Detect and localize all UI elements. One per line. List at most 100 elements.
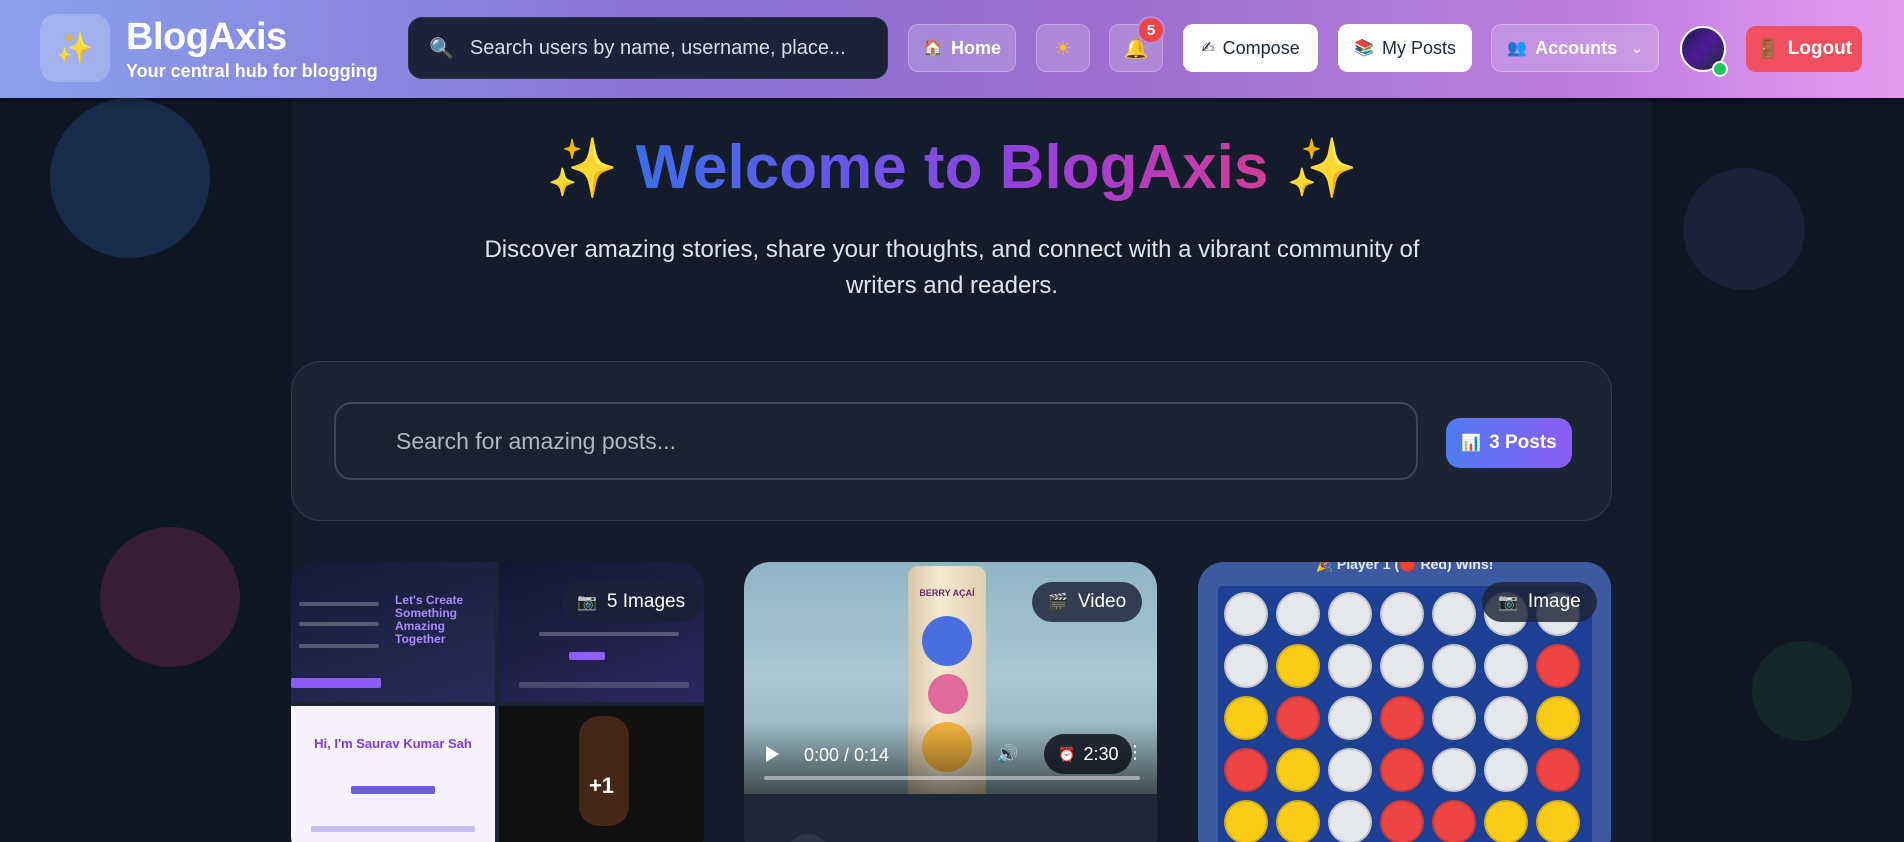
media-type-chip: 📷 Image [1482,582,1597,622]
game-disc [1484,800,1528,842]
game-disc [1432,800,1476,842]
posts-count-badge: 📊 3 Posts [1446,418,1572,468]
game-disc [1432,644,1476,688]
gallery-image[interactable]: Hi, I'm Saurav Kumar Sah [291,706,495,842]
media-type-label: Video [1077,591,1127,612]
brand-tagline: Your central hub for blogging [126,61,378,81]
game-disc [1224,592,1268,636]
media-type-label: Image [1527,591,1581,612]
media-type-chip: 📷 5 Images [561,582,702,622]
writing-hand-icon: ✍ [1201,40,1215,57]
game-disc [1328,644,1372,688]
online-status-indicator [1712,61,1728,77]
game-disc [1328,800,1372,842]
logout-button[interactable]: 🚪 Logout [1746,26,1862,72]
play-icon[interactable] [766,746,779,762]
game-disc [1380,696,1424,740]
camera-icon: 📷 [1498,594,1518,611]
gallery-image-heading: Let's Create Something Amazing Together [395,593,464,646]
decor-circle [100,527,240,667]
game-disc [1328,696,1372,740]
media-type-chip: 🎬 Video [1032,582,1143,622]
door-icon: 🚪 [1755,39,1780,60]
user-search-box[interactable]: 🔍 [408,17,888,79]
game-disc [1380,800,1424,842]
hero-subtitle: Discover amazing stories, share your tho… [484,236,1420,299]
game-disc [1432,696,1476,740]
sun-icon: ☀ [1054,37,1072,60]
game-disc [1484,696,1528,740]
video-time: 0:00 / 0:14 [804,745,890,765]
author-avatar[interactable] [786,834,830,842]
my-posts-button[interactable]: 📚 My Posts [1338,24,1472,72]
game-disc [1276,800,1320,842]
game-winner-text: 🎉 Player 1 (🔴 Red) Wins! [1315,562,1494,572]
home-icon: 🏠 [923,40,943,57]
media-type-label: 5 Images [606,591,686,612]
sparkles-icon: ✨ [546,136,619,201]
post-search-input[interactable] [396,427,1296,455]
my-posts-label: My Posts [1381,37,1456,58]
game-disc [1224,644,1268,688]
post-card-footer [744,794,1157,842]
connect-four-board [1218,586,1592,842]
accounts-label: Accounts [1535,37,1618,58]
sparkles-icon: ✨ [56,31,94,65]
search-icon: 🔍 [429,37,454,60]
hero-title-text: Welcome to BlogAxis [635,133,1269,202]
game-disc [1432,748,1476,792]
logout-label: Logout [1787,38,1853,59]
volume-icon[interactable]: 🔊 [996,744,1018,765]
home-label: Home [950,37,1001,58]
camera-icon: 📷 [577,594,597,611]
game-disc [1536,696,1580,740]
gallery-image-heading: Hi, I'm Saurav Kumar Sah [314,736,472,751]
game-disc [1484,748,1528,792]
game-disc [1328,748,1372,792]
game-disc [1536,748,1580,792]
logo[interactable]: ✨ [40,14,110,82]
game-disc [1276,696,1320,740]
game-disc [1276,644,1320,688]
accounts-dropdown[interactable]: 👥 Accounts ⌄ [1491,24,1659,72]
read-time-chip: ⏰ 2:30 [1044,734,1133,774]
video-icon: 🎬 [1048,594,1068,611]
home-button[interactable]: 🏠 Home [908,24,1016,72]
game-disc [1224,800,1268,842]
read-time-label: 2:30 [1083,743,1119,764]
notification-count-badge: 5 [1137,16,1165,44]
can-label: BERRY AÇAÍ [919,588,975,598]
compose-label: Compose [1222,37,1300,58]
posts-count-label: 3 Posts [1489,432,1557,453]
game-disc [1380,644,1424,688]
post-search-box[interactable] [334,402,1418,480]
game-disc [1224,696,1268,740]
books-icon: 📚 [1354,40,1374,57]
decor-circle [1752,641,1852,741]
game-disc [1432,592,1476,636]
brand-name[interactable]: BlogAxis [126,16,287,59]
compose-button[interactable]: ✍ Compose [1183,24,1318,72]
theme-toggle-button[interactable]: ☀ [1036,24,1090,72]
user-search-input[interactable] [469,36,870,60]
game-disc [1328,592,1372,636]
video-progress-bar[interactable] [764,776,1140,780]
more-images-overlay[interactable]: +1 [499,706,704,842]
sparkles-icon: ✨ [1285,136,1358,201]
post-card[interactable]: 🎉 Player 1 (🔴 Red) Wins! 📷 Image [1198,562,1611,842]
alarm-clock-icon: ⏰ [1058,745,1076,762]
hero-title: ✨ Welcome to BlogAxis ✨ [0,132,1904,203]
game-disc [1224,748,1268,792]
game-disc [1484,644,1528,688]
post-card[interactable]: Let's Create Something Amazing Together … [291,562,704,842]
game-disc [1536,800,1580,842]
chevron-down-icon: ⌄ [1631,39,1643,56]
users-icon: 👥 [1507,40,1528,57]
game-disc [1276,592,1320,636]
gallery-image[interactable]: Let's Create Something Amazing Together [291,562,495,702]
top-navbar: ✨ BlogAxis Your central hub for blogging… [0,0,1904,98]
post-search-panel: 📊 3 Posts [291,361,1612,521]
game-disc [1380,748,1424,792]
game-disc [1380,592,1424,636]
post-card[interactable]: BERRY AÇAÍ 0:00 / 0:14 🔊 ⛶ ⋮ ⏰ 2:30 🎬 Vi… [744,562,1157,842]
